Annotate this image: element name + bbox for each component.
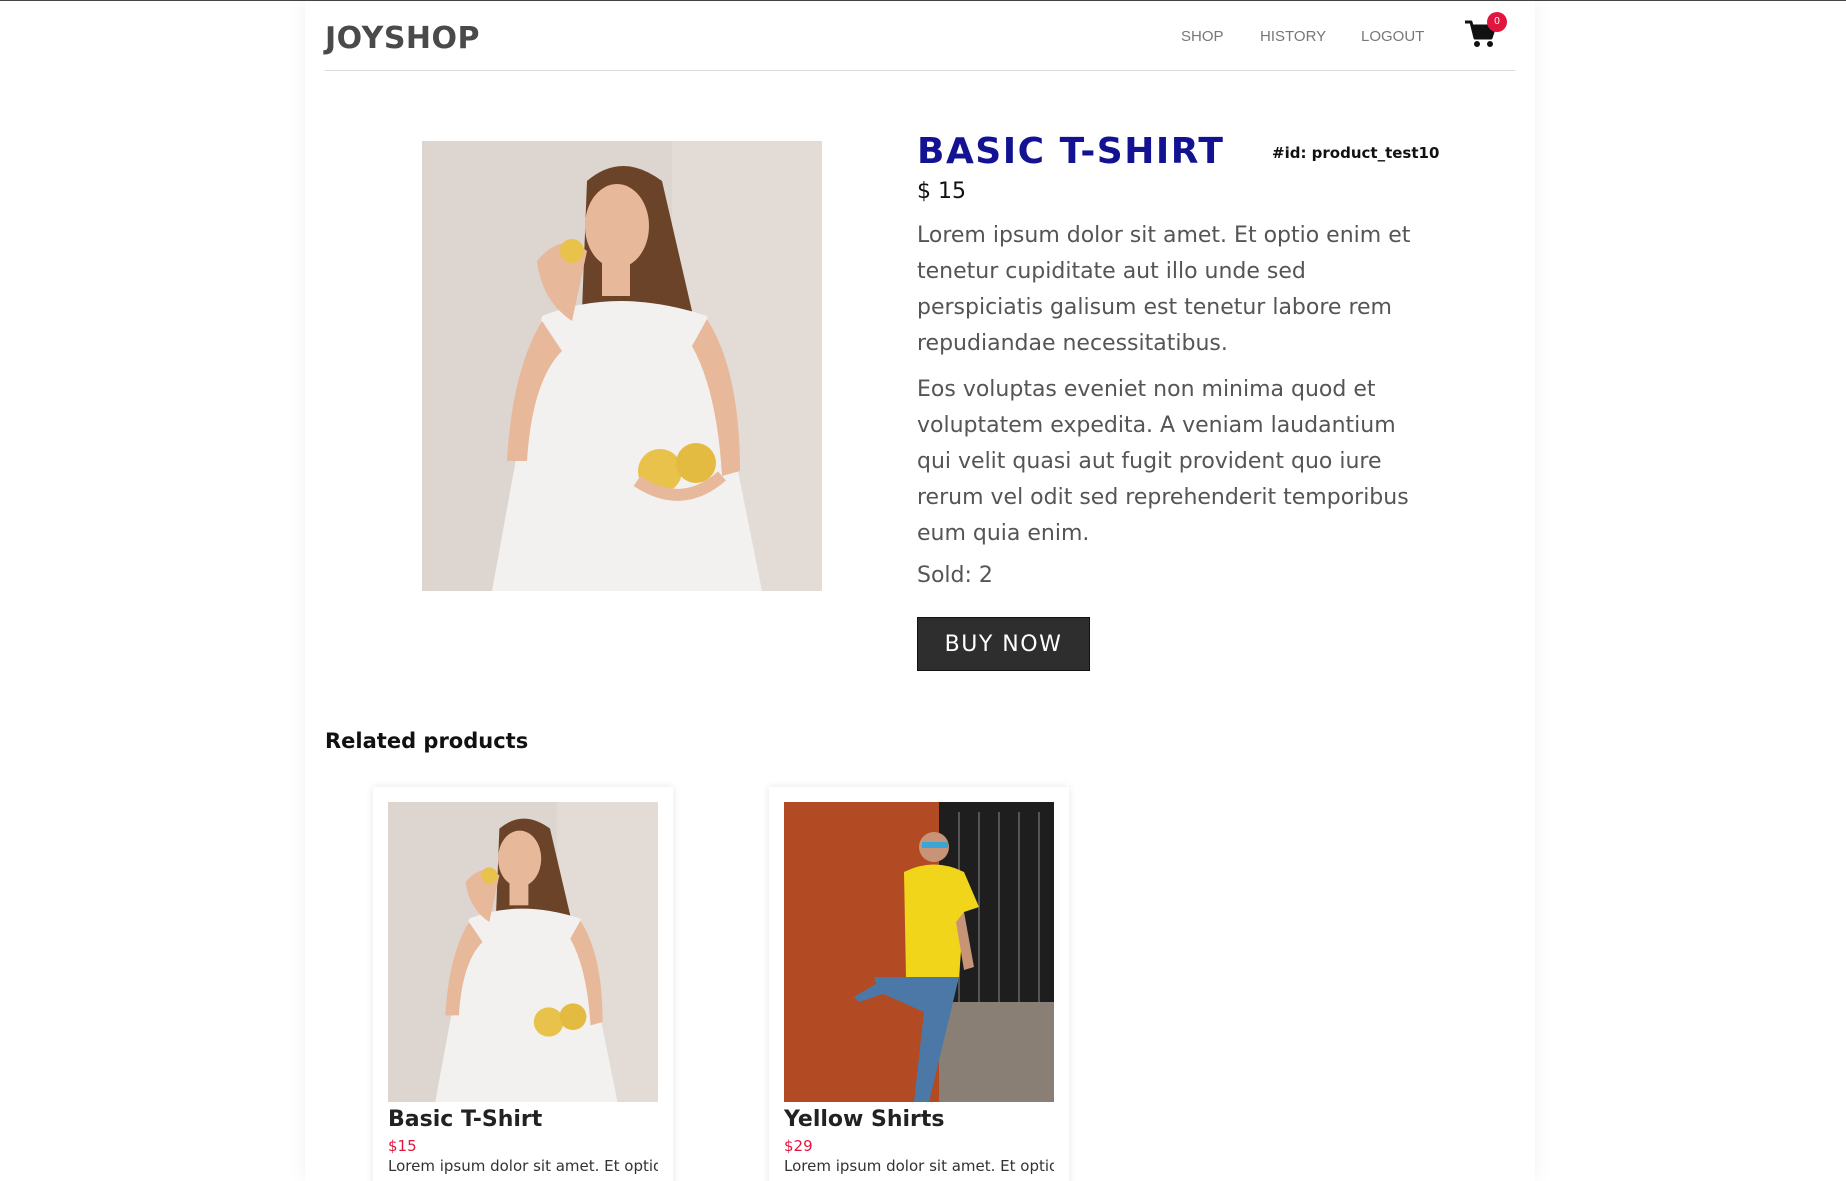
- related-products-heading: Related products: [325, 729, 529, 753]
- site-header: JOYSHOP SHOP HISTORY LOGOUT 0: [325, 1, 1515, 71]
- brand-logo[interactable]: JOYSHOP: [325, 21, 480, 56]
- related-product-image[interactable]: [388, 802, 658, 1102]
- related-product-name[interactable]: Basic T-Shirt: [388, 1107, 542, 1132]
- product-description-1: Lorem ipsum dolor sit amet. Et optio eni…: [917, 223, 1411, 356]
- related-product-card[interactable]: Basic T-Shirt $15 Lorem ipsum dolor sit …: [373, 787, 673, 1181]
- related-product-description: Lorem ipsum dolor sit amet. Et optio: [388, 1157, 658, 1175]
- sold-count: Sold: 2: [917, 563, 993, 588]
- product-description-2: Eos voluptas eveniet non minima quod et …: [917, 377, 1409, 546]
- nav-history[interactable]: HISTORY: [1260, 28, 1326, 45]
- product-price: $ 15: [917, 179, 966, 204]
- nav-logout[interactable]: LOGOUT: [1361, 28, 1424, 45]
- buy-now-button[interactable]: BUY NOW: [917, 617, 1090, 671]
- nav-shop[interactable]: SHOP: [1181, 28, 1224, 45]
- related-product-price: $15: [388, 1137, 417, 1155]
- page-container: JOYSHOP SHOP HISTORY LOGOUT 0 BASIC T-SH…: [305, 1, 1535, 1181]
- related-product-price: $29: [784, 1137, 813, 1155]
- related-product-name[interactable]: Yellow Shirts: [784, 1107, 945, 1132]
- product-image: [422, 141, 822, 591]
- product-title: BASIC T-SHIRT: [917, 131, 1225, 172]
- related-product-image[interactable]: [784, 802, 1054, 1102]
- related-product-card[interactable]: Yellow Shirts $29 Lorem ipsum dolor sit …: [769, 787, 1069, 1181]
- cart-count-badge: 0: [1487, 12, 1507, 32]
- product-id-label: #id: product_test10: [1272, 144, 1440, 162]
- related-product-description: Lorem ipsum dolor sit amet. Et optio: [784, 1157, 1054, 1175]
